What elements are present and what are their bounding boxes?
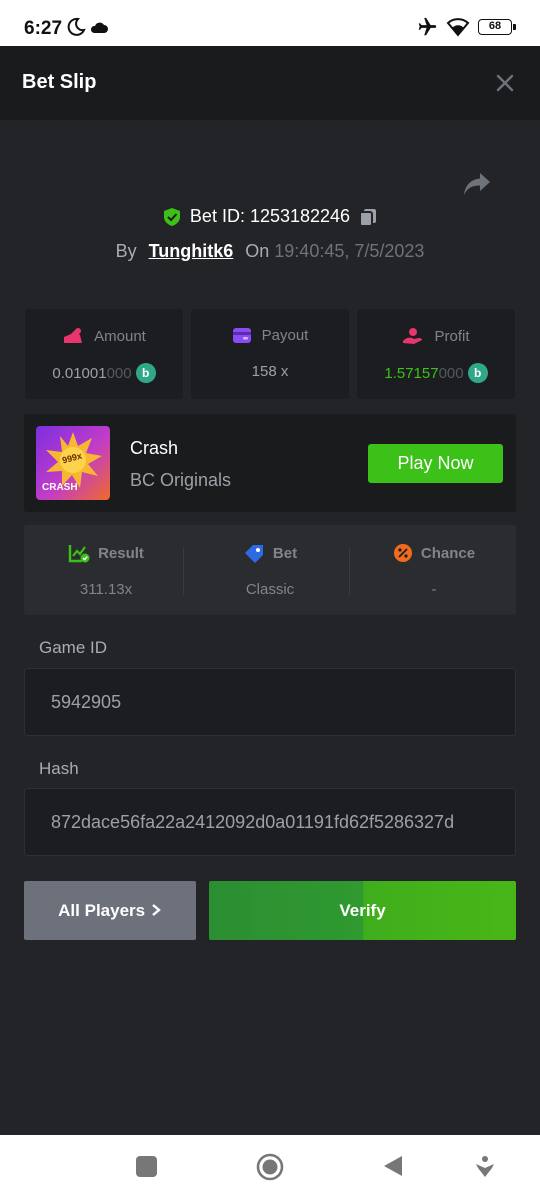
game-provider: BC Originals — [130, 470, 232, 490]
amount-value: 0.01001 — [52, 364, 107, 382]
result-chart-icon — [68, 545, 90, 563]
bet-label: Bet — [272, 544, 298, 562]
back-icon[interactable] — [382, 1154, 404, 1178]
profit-value: 1.57157 — [384, 364, 439, 382]
bet-id-row: Bet ID: 1253182246 — [0, 206, 540, 232]
payout-value: 158 x — [251, 363, 289, 380]
divider — [349, 547, 350, 595]
accessibility-icon[interactable] — [475, 1155, 495, 1179]
shield-check-icon — [163, 207, 180, 226]
result-label: Result — [98, 544, 144, 562]
system-nav-bar — [0, 1135, 540, 1200]
thumbnail-label: CRASH — [42, 482, 78, 493]
chevron-right-icon — [152, 904, 161, 916]
amount-value-trailing: 000 — [106, 364, 132, 382]
status-time: 6:27 — [24, 18, 63, 39]
cloud-icon — [90, 22, 108, 33]
crash-game-thumbnail[interactable]: 999x CRASH — [36, 426, 110, 500]
chance-column: Chance - — [352, 525, 516, 615]
chance-value: - — [431, 581, 437, 598]
divider — [183, 547, 184, 595]
airplane-icon — [418, 17, 437, 36]
all-players-button[interactable]: All Players — [24, 881, 196, 940]
chance-label: Chance — [420, 544, 476, 562]
verify-button[interactable]: Verify — [209, 881, 516, 940]
copy-icon[interactable] — [358, 207, 378, 227]
payout-card: Payout 158 x — [191, 309, 349, 399]
game-name: Crash — [130, 438, 179, 458]
game-id-field[interactable]: 5942905 — [24, 668, 516, 736]
page-title: Bet Slip — [22, 71, 97, 93]
bet-slip-header: Bet Slip — [0, 46, 540, 120]
on-label: On — [245, 241, 270, 261]
percent-icon — [393, 544, 412, 562]
bet-datetime: 19:40:45, 7/5/2023 — [274, 241, 425, 261]
by-label: By — [115, 241, 137, 261]
profit-label: Profit — [434, 327, 470, 345]
game-card: 999x CRASH Crash BC Originals Play Now — [24, 414, 516, 512]
share-icon[interactable] — [462, 170, 492, 198]
result-value: 311.13x — [79, 581, 133, 598]
result-panel: Result 311.13x Bet Classic Chance - — [24, 525, 516, 615]
result-column: Result 311.13x — [24, 525, 188, 615]
wallet-icon — [232, 328, 251, 343]
moon-icon — [67, 17, 86, 36]
home-icon[interactable] — [256, 1153, 284, 1181]
hash-label: Hash — [39, 759, 79, 778]
profit-value-trailing: 000 — [438, 364, 464, 382]
amount-icon — [64, 328, 83, 343]
game-id-label: Game ID — [39, 638, 108, 657]
coin-icon: b — [135, 363, 156, 383]
profit-card: Profit 1.57157000 b — [357, 309, 515, 399]
user-link[interactable]: Tunghitk6 — [149, 241, 234, 261]
play-now-button[interactable]: Play Now — [368, 444, 503, 483]
payout-label: Payout — [261, 327, 309, 344]
bet-column: Bet Classic — [188, 525, 352, 615]
amount-card: Amount 0.01001000 b — [25, 309, 183, 399]
bet-meta: By Tunghitk6 On 19:40:45, 7/5/2023 — [0, 241, 540, 262]
status-bar: 6:27 68 — [0, 0, 540, 46]
bet-id: Bet ID: 1253182246 — [189, 206, 351, 226]
battery-icon: 68 — [478, 19, 516, 35]
profit-icon — [403, 328, 423, 344]
bet-tag-icon — [244, 545, 263, 563]
wifi-icon — [446, 18, 470, 37]
recents-icon[interactable] — [135, 1155, 158, 1178]
amount-label: Amount — [94, 327, 146, 345]
bet-value: Classic — [245, 581, 295, 598]
all-players-label: All Players — [58, 901, 146, 920]
hash-field[interactable]: 872dace56fa22a2412092d0a01191fd62f528632… — [24, 788, 516, 856]
coin-icon: b — [467, 363, 488, 383]
close-icon[interactable] — [494, 72, 516, 94]
